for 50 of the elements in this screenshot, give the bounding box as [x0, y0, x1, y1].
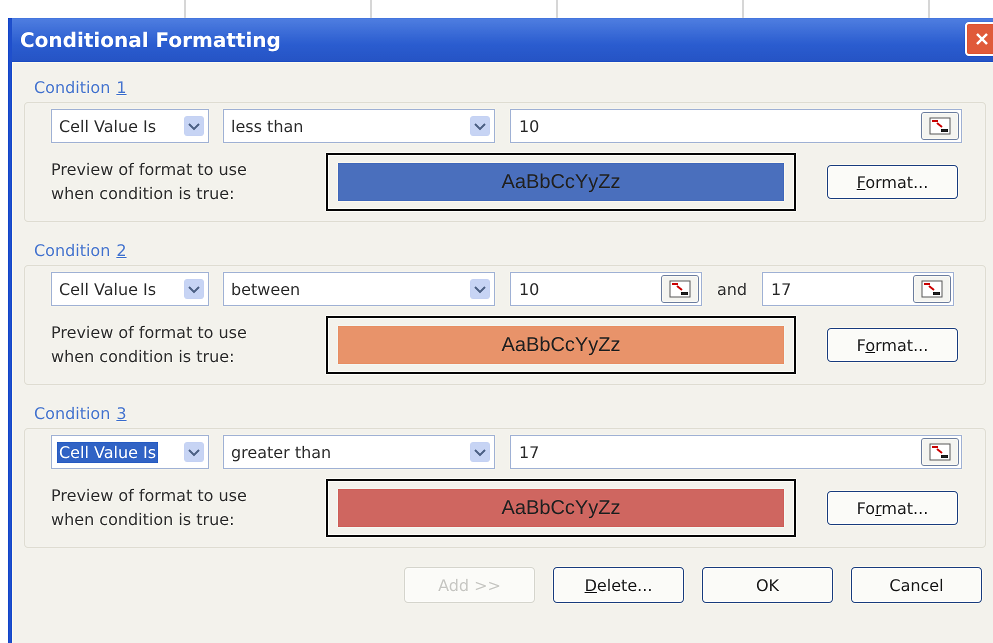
- condition-label: Condition: [34, 241, 110, 262]
- format-button[interactable]: Format...: [827, 491, 958, 525]
- format-button[interactable]: Format...: [827, 328, 958, 362]
- dialog-button[interactable]: Delete...: [553, 567, 684, 603]
- collapse-dialog-icon: [669, 280, 691, 298]
- preview-label: Preview of format to use when condition is true:: [51, 322, 248, 368]
- dropdown-value: Cell Value Is: [58, 116, 158, 136]
- format-button[interactable]: Format...: [827, 165, 958, 199]
- field-value: 10: [519, 116, 540, 136]
- dialog-button[interactable]: Cancel: [851, 567, 982, 603]
- range-picker-button[interactable]: [913, 275, 951, 303]
- value-field[interactable]: 17: [510, 435, 962, 469]
- range-picker-button[interactable]: [921, 438, 959, 466]
- field-value: 17: [519, 442, 540, 462]
- condition-number: 3: [116, 404, 127, 425]
- format-preview: AaBbCcYyZz: [338, 163, 784, 201]
- collapse-dialog-icon: [929, 443, 951, 461]
- operator-dropdown[interactable]: between: [223, 272, 495, 306]
- dropdown-value: Cell Value Is: [58, 278, 158, 300]
- operator-dropdown[interactable]: greater than: [223, 435, 495, 469]
- type-dropdown[interactable]: Cell Value Is: [51, 272, 209, 306]
- dropdown-value: less than: [230, 116, 304, 136]
- condition-label: Condition: [34, 404, 110, 425]
- preview-label: Preview of format to use when condition is true:: [51, 485, 248, 531]
- dialog-button[interactable]: OK: [702, 567, 833, 603]
- value-field[interactable]: 10: [510, 272, 702, 306]
- value-field[interactable]: 10: [510, 109, 962, 143]
- preview-label: Preview of format to use when condition is true:: [51, 159, 248, 205]
- operator-dropdown[interactable]: less than: [223, 109, 495, 143]
- close-button[interactable]: [965, 22, 993, 56]
- type-dropdown[interactable]: Cell Value Is: [51, 435, 209, 469]
- value-field[interactable]: 17: [762, 272, 954, 306]
- range-picker-button[interactable]: [921, 112, 959, 140]
- range-picker-button[interactable]: [661, 275, 699, 303]
- dropdown-value: Cell Value Is: [57, 442, 158, 462]
- condition-label: Condition: [34, 78, 110, 99]
- dropdown-value: greater than: [230, 442, 332, 462]
- format-preview: AaBbCcYyZz: [338, 489, 784, 527]
- close-icon: [974, 31, 990, 47]
- format-preview: AaBbCcYyZz: [338, 326, 784, 364]
- condition-number: 1: [116, 78, 127, 99]
- field-value: 17: [771, 280, 792, 298]
- field-value: 10: [519, 280, 540, 298]
- collapse-dialog-icon: [929, 117, 951, 135]
- dropdown-value: between: [230, 278, 302, 300]
- type-dropdown[interactable]: Cell Value Is: [51, 109, 209, 143]
- condition-number: 2: [116, 241, 127, 262]
- collapse-dialog-icon: [921, 280, 943, 298]
- window-title: Conditional Formatting: [20, 28, 281, 52]
- and-label: and: [716, 280, 748, 298]
